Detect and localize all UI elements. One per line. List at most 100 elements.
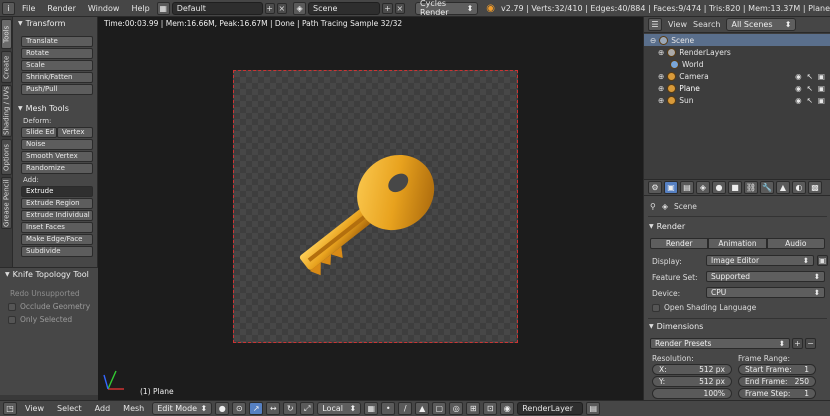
tab-shading-uvs[interactable]: Shading / UVs: [1, 85, 12, 137]
subdivide-button[interactable]: Subdivide: [21, 246, 93, 257]
menu-window[interactable]: Window: [83, 4, 125, 13]
tab-tools[interactable]: Tools: [1, 19, 12, 49]
mode-select[interactable]: Edit Mode ⬍: [152, 402, 213, 415]
shrink-fatten-button[interactable]: Shrink/Fatten: [21, 72, 93, 83]
rotate-button[interactable]: Rotate: [21, 48, 93, 59]
scene-close-icon[interactable]: ×: [394, 2, 406, 14]
constraints-tab-icon[interactable]: ⛓: [744, 181, 758, 194]
outliner-item-renderlayers[interactable]: ⊕ RenderLayers: [644, 46, 830, 58]
outliner-search-menu[interactable]: Search: [693, 20, 720, 29]
operator-panel-header[interactable]: ▼ Knife Topology Tool: [0, 268, 98, 281]
cursor-icon[interactable]: ↖: [807, 96, 813, 105]
render-presets-select[interactable]: Render Presets ⬍: [650, 338, 790, 349]
display-select[interactable]: Image Editor ⬍: [706, 255, 814, 266]
layout-close-icon[interactable]: ×: [276, 2, 288, 14]
lock-display-icon[interactable]: ▣: [817, 255, 828, 266]
translate-button[interactable]: Translate: [21, 36, 93, 47]
pin-icon[interactable]: ⚲: [650, 202, 656, 211]
extrude-button[interactable]: Extrude: [21, 186, 93, 197]
camera-render-icon[interactable]: ▣: [818, 96, 825, 105]
render-layer-field[interactable]: RenderLayer: [517, 402, 584, 415]
menu-mesh[interactable]: Mesh: [118, 404, 149, 413]
rotate-manipulator-icon[interactable]: ↻: [283, 402, 298, 415]
3d-viewport[interactable]: Time:00:03.99 | Mem:16.66M, Peak:16.67M …: [98, 17, 643, 400]
vertex-select-icon[interactable]: •: [381, 402, 396, 415]
outliner-editor-icon[interactable]: ☰: [648, 18, 662, 31]
pivot-point-icon[interactable]: ⊙: [232, 402, 247, 415]
mesh-tools-panel-header[interactable]: ▼ Mesh Tools: [13, 102, 97, 115]
render-engine-select[interactable]: Cycles Render ⬍: [415, 0, 479, 17]
randomize-button[interactable]: Randomize: [21, 163, 93, 174]
menu-select[interactable]: Select: [52, 404, 87, 413]
layer-icon[interactable]: ▦: [364, 402, 379, 415]
scale-manipulator-icon[interactable]: ⤢: [300, 402, 315, 415]
outliner-item-plane[interactable]: ⊕ Plane ◉ ↖ ▣: [644, 82, 830, 94]
menu-file[interactable]: File: [17, 4, 40, 13]
outliner-item-scene[interactable]: ⊖ Scene: [644, 34, 830, 46]
camera-render-icon[interactable]: ▣: [818, 72, 825, 81]
render-preview-icon[interactable]: ◉: [500, 402, 515, 415]
outliner-filter-select[interactable]: All Scenes ⬍: [726, 18, 797, 31]
remove-preset-icon[interactable]: −: [805, 338, 816, 349]
outliner-item-sun[interactable]: ⊕ Sun ◉ ↖ ▣: [644, 94, 830, 106]
extrude-region-button[interactable]: Extrude Region: [21, 198, 93, 209]
outliner-item-camera[interactable]: ⊕ Camera ◉ ↖ ▣: [644, 70, 830, 82]
scene-add-icon[interactable]: +: [382, 2, 393, 14]
render-tab-icon[interactable]: ▣: [664, 181, 678, 194]
slide-vertex-button[interactable]: Vertex: [57, 127, 93, 138]
layout-field[interactable]: Default: [171, 1, 263, 15]
data-tab-icon[interactable]: ▲: [776, 181, 790, 194]
render-panel-header[interactable]: ▼ Render: [644, 220, 685, 233]
snap-target-icon[interactable]: ⊡: [483, 402, 498, 415]
make-edge-face-button[interactable]: Make Edge/Face: [21, 234, 93, 245]
cursor-icon[interactable]: ↖: [807, 84, 813, 93]
menu-help[interactable]: Help: [126, 4, 154, 13]
material-tab-icon[interactable]: ◐: [792, 181, 806, 194]
object-tab-icon[interactable]: ■: [728, 181, 742, 194]
viewport-shading-icon[interactable]: ●: [215, 402, 230, 415]
menu-view[interactable]: View: [20, 404, 49, 413]
proportional-edit-icon[interactable]: ◎: [449, 402, 464, 415]
manipulator-icon[interactable]: ↗: [249, 402, 264, 415]
transform-panel-header[interactable]: ▼ Transform: [13, 17, 97, 30]
osl-checkbox[interactable]: Open Shading Language: [652, 303, 756, 312]
animation-button[interactable]: Animation: [708, 238, 767, 249]
eye-icon[interactable]: ◉: [795, 96, 802, 105]
texture-tab-icon[interactable]: ▩: [808, 181, 822, 194]
dimensions-panel-header[interactable]: ▼ Dimensions: [644, 320, 703, 333]
resolution-percentage-field[interactable]: 100%: [652, 388, 732, 399]
layout-add-icon[interactable]: +: [264, 2, 275, 14]
render-layer-toggle-icon[interactable]: ▤: [586, 402, 601, 415]
slide-edge-button[interactable]: Slide Ed: [21, 127, 57, 138]
end-frame-field[interactable]: End Frame: 250: [738, 376, 816, 387]
feature-set-select[interactable]: Supported ⬍: [706, 271, 825, 282]
menu-add[interactable]: Add: [90, 404, 116, 413]
camera-render-icon[interactable]: ▣: [818, 84, 825, 93]
orientation-select[interactable]: Local ⬍: [317, 402, 362, 415]
modifiers-tab-icon[interactable]: 🔧: [760, 181, 774, 194]
add-preset-icon[interactable]: +: [792, 338, 803, 349]
render-layers-tab-icon[interactable]: ▤: [680, 181, 694, 194]
screen-layout-icon[interactable]: ▦: [156, 1, 170, 15]
cursor-icon[interactable]: ↖: [807, 72, 813, 81]
world-tab-icon[interactable]: ●: [712, 181, 726, 194]
outliner-item-world[interactable]: World: [644, 58, 830, 70]
eye-icon[interactable]: ◉: [795, 72, 802, 81]
inset-faces-button[interactable]: Inset Faces: [21, 222, 93, 233]
resolution-x-field[interactable]: X: 512 px: [652, 364, 732, 375]
outliner-view-menu[interactable]: View: [668, 20, 687, 29]
editor-type-icon[interactable]: ◳: [3, 402, 17, 415]
tab-create[interactable]: Create: [1, 51, 12, 83]
scene-tab-icon[interactable]: ◈: [696, 181, 710, 194]
eye-icon[interactable]: ◉: [795, 84, 802, 93]
smooth-vertex-button[interactable]: Smooth Vertex: [21, 151, 93, 162]
extrude-individual-button[interactable]: Extrude Individual: [21, 210, 93, 221]
tab-options[interactable]: Options: [1, 139, 12, 175]
translate-manipulator-icon[interactable]: ↔: [266, 402, 281, 415]
resolution-y-field[interactable]: Y: 512 px: [652, 376, 732, 387]
occlude-geometry-checkbox[interactable]: Occlude Geometry: [8, 302, 98, 311]
audio-button[interactable]: Audio: [766, 238, 825, 249]
face-select-icon[interactable]: ▲: [415, 402, 430, 415]
frame-step-field[interactable]: Frame Step: 1: [738, 388, 816, 399]
snap-icon[interactable]: ⊞: [466, 402, 481, 415]
